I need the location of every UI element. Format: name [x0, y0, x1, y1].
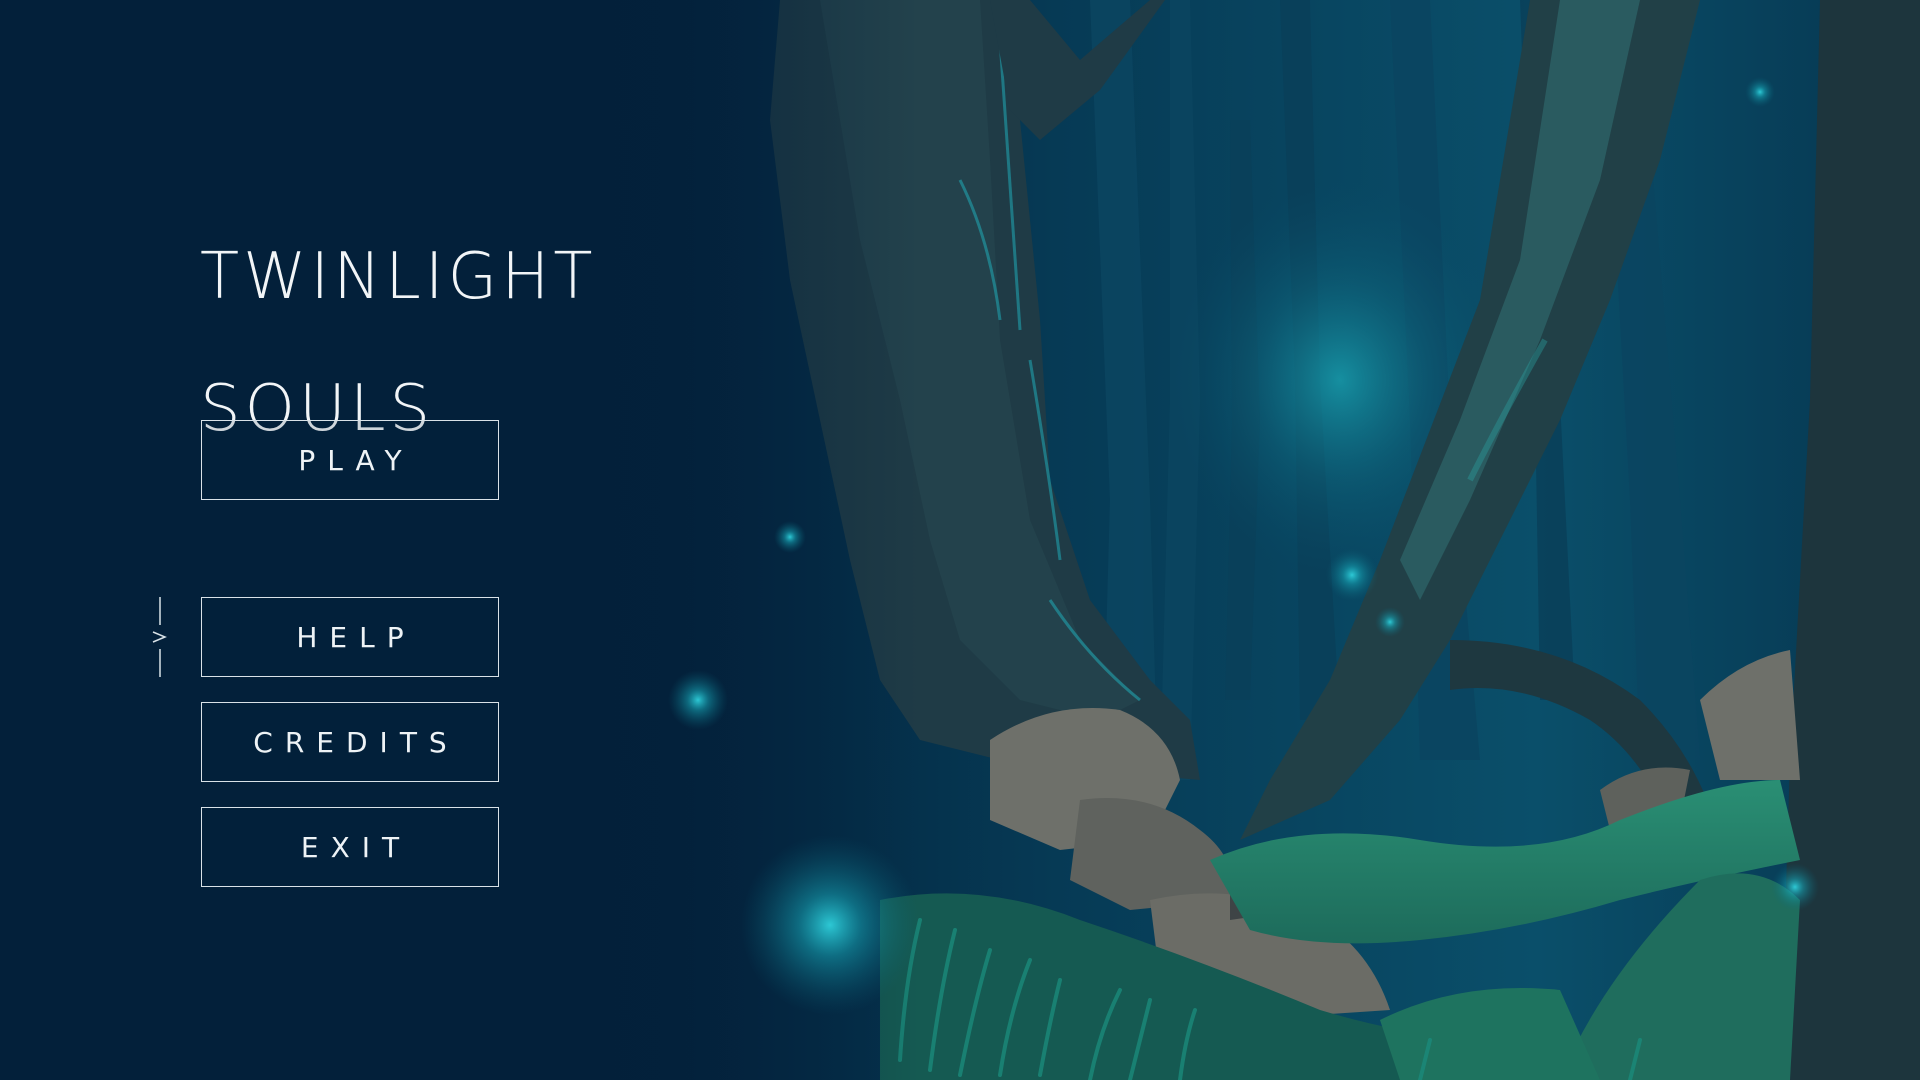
- main-menu-screen: TWINLIGHT SOULS PLAY HELP CREDITS EXIT: [0, 0, 1920, 1080]
- exit-button-label: EXIT: [300, 830, 412, 864]
- play-button-label: PLAY: [298, 443, 414, 477]
- credits-button-label: CREDITS: [253, 725, 459, 759]
- play-button[interactable]: PLAY: [201, 420, 499, 500]
- menu-panel: TWINLIGHT SOULS PLAY HELP CREDITS EXIT: [0, 0, 760, 1080]
- game-title-line-1: TWINLIGHT: [200, 240, 597, 314]
- exit-button[interactable]: EXIT: [201, 807, 499, 887]
- help-button[interactable]: HELP: [201, 597, 499, 677]
- credits-button[interactable]: CREDITS: [201, 702, 499, 782]
- help-button-label: HELP: [296, 620, 416, 654]
- selection-arrow-icon: [152, 597, 167, 677]
